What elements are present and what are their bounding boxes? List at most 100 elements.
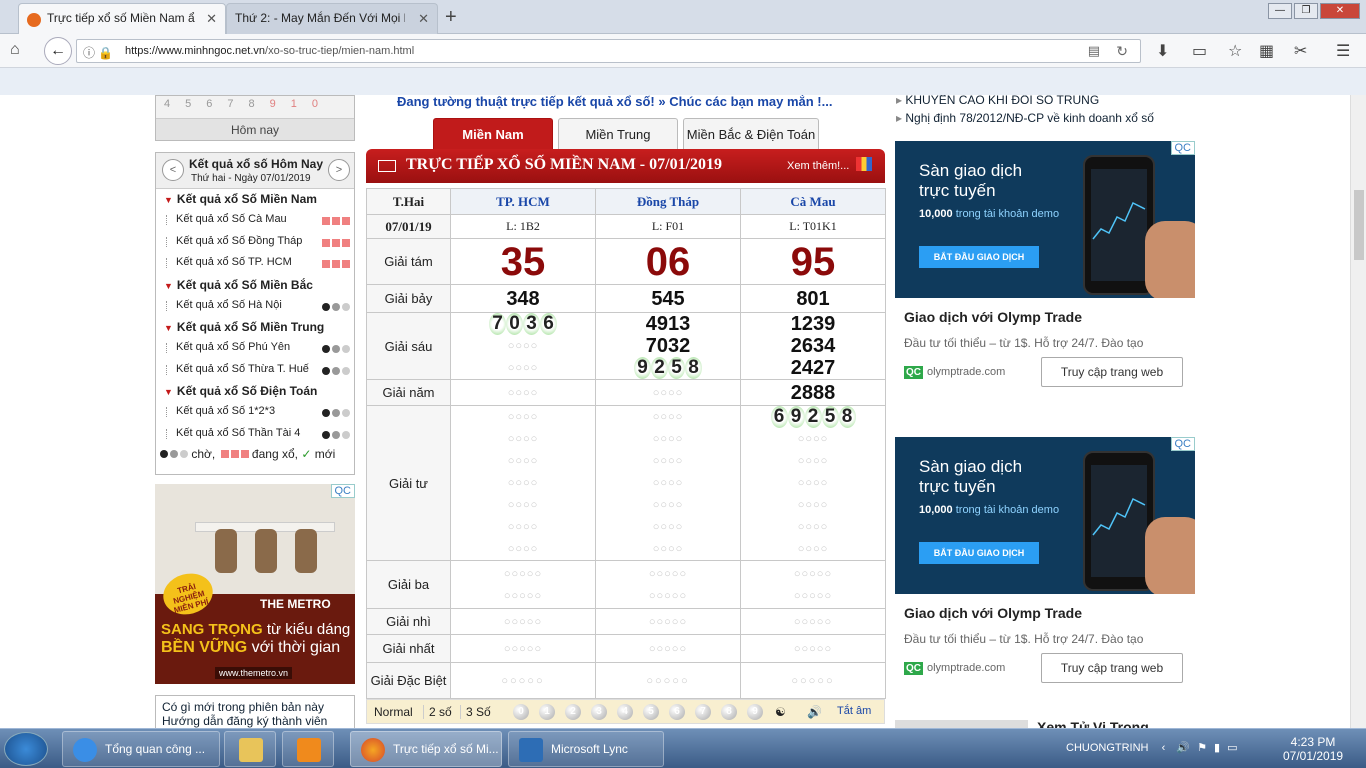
taskbar-item[interactable]: Microsoft Lync [508, 731, 664, 767]
next-day-button[interactable]: > [328, 159, 350, 181]
list-item[interactable]: Kết quả xổ Số Hà Nội [156, 296, 354, 318]
list-item[interactable]: Kết quả xổ Số 1*2*3 [156, 402, 354, 424]
news-link[interactable]: Hướng dẫn đăng ký thành viên [162, 714, 348, 728]
ad-title[interactable]: Giao dịch với Olymp Trade [904, 605, 1082, 621]
calendar-day[interactable]: 8 [249, 98, 270, 110]
digit-ball-button[interactable]: 5 [643, 704, 659, 720]
library-icon[interactable]: ▦ [1259, 41, 1274, 61]
download-icon[interactable]: ⬇ [1156, 41, 1169, 61]
visit-site-button[interactable]: Truy cập trang web [1041, 653, 1183, 683]
three-digit-option[interactable]: 3 Số [460, 705, 491, 719]
calendar-day[interactable]: 4 [164, 98, 185, 110]
list-item[interactable]: Kết quả xổ Số Đồng Tháp [156, 232, 354, 254]
reader-view-icon[interactable]: ▤ [1088, 43, 1100, 59]
network-icon[interactable]: ▮ [1214, 742, 1220, 754]
reload-icon[interactable]: ↻ [1116, 43, 1128, 60]
see-more-link[interactable]: Xem thêm!... [787, 160, 849, 172]
scrollbar-thumb[interactable] [1354, 190, 1364, 260]
screenshot-icon[interactable]: ✂ [1294, 41, 1307, 61]
olymp-ad-banner-2[interactable]: Sàn giao dịch trực tuyến 10,000 trong tài… [895, 437, 1195, 594]
group-mien-bac[interactable]: Kết quả xổ Số Miền Bắc [156, 275, 354, 296]
province-ca-mau[interactable]: Cà Mau [740, 188, 886, 215]
digit-ball-button[interactable]: 0 [513, 704, 529, 720]
speaker-icon[interactable]: 🔊 [807, 705, 822, 719]
prev-day-button[interactable]: < [162, 159, 184, 181]
restore-icon[interactable]: ❐ [1294, 3, 1318, 19]
menu-icon[interactable]: ☰ [1336, 41, 1350, 61]
list-item[interactable]: Kết quả xổ Số TP. HCM [156, 253, 354, 275]
back-button[interactable]: ← [44, 37, 72, 65]
news-link[interactable]: KHUYẾN CÁO KHI ĐỔI SỐ TRÚNG [896, 95, 1196, 111]
calendar-day[interactable]: 9 [270, 98, 291, 110]
url-bar[interactable]: ⓘ 🔒 https://www.minhngoc.net.vn/xo-so-tr… [76, 39, 1141, 63]
flag-icon[interactable]: ⚑ [1197, 742, 1207, 754]
page-scrollbar[interactable] [1350, 95, 1366, 728]
ad-title[interactable]: Giao dịch với Olymp Trade [904, 309, 1082, 325]
calendar-day[interactable]: 10 [291, 98, 333, 110]
web-page: 45678910 Hôm nay < Kết quả xổ số Hôm Nay… [0, 95, 1350, 728]
digit-ball-button[interactable]: 4 [617, 704, 633, 720]
ad-choices-badge[interactable]: QC [330, 484, 355, 498]
normal-option[interactable]: Normal [374, 705, 413, 719]
taskbar-item[interactable] [282, 731, 334, 767]
news-link[interactable]: Có gì mới trong phiên bản này [162, 700, 348, 714]
bookmark-star-icon[interactable]: ☆ [1228, 41, 1242, 61]
tab-mien-nam[interactable]: Miền Nam [433, 118, 553, 150]
teaser-title[interactable]: Xem Tử Vi Trọng [1037, 719, 1149, 728]
taskbar-item[interactable]: Tổng quan công ... [62, 731, 220, 767]
two-digit-option[interactable]: 2 số [423, 705, 452, 719]
close-tab-icon[interactable]: ✕ [418, 11, 429, 27]
calendar-day[interactable]: 6 [206, 98, 227, 110]
placeholder-number [742, 516, 885, 538]
group-dien-toan[interactable]: Kết quả xổ Số Điện Toán [156, 381, 354, 402]
new-tab-button[interactable]: + [445, 6, 457, 29]
tab-active[interactable]: Trực tiếp xổ số Miền Nam ẩ Kết ✕ [18, 3, 226, 34]
olymp-ad-banner-1[interactable]: Sàn giao dịch trực tuyến 10,000 trong tài… [895, 141, 1195, 298]
teaser-image[interactable] [895, 720, 1028, 728]
ad-choices-badge[interactable]: QC [1170, 141, 1195, 155]
yin-yang-icon[interactable]: ☯ [775, 705, 786, 719]
ad-choices-badge[interactable]: QC [1170, 437, 1195, 451]
digit-ball-button[interactable]: 1 [539, 704, 555, 720]
digit-ball-button[interactable]: 3 [591, 704, 607, 720]
start-button[interactable] [4, 732, 48, 766]
digit-ball-button[interactable]: 2 [565, 704, 581, 720]
clock[interactable]: 4:23 PM 07/01/2019 [1283, 735, 1343, 763]
group-mien-nam[interactable]: Kết quả xổ Số Miền Nam [156, 189, 354, 210]
digit-ball-button[interactable]: 6 [669, 704, 685, 720]
list-item[interactable]: Kết quả xổ Số Thừa T. Huế [156, 360, 354, 382]
visit-site-button[interactable]: Truy cập trang web [1041, 357, 1183, 387]
list-item[interactable]: Kết quả xổ Số Cà Mau [156, 210, 354, 232]
calendar-day[interactable]: 5 [185, 98, 206, 110]
close-window-icon[interactable]: ✕ [1320, 3, 1360, 19]
list-item[interactable]: Kết quả xổ Số Thần Tài 4 [156, 424, 354, 446]
volume-icon[interactable]: 🔊 [1176, 742, 1190, 754]
home-icon[interactable]: ⌂ [10, 41, 20, 59]
digit-ball-button[interactable]: 7 [695, 704, 711, 720]
ad-cta-button[interactable]: BẮT ĐẦU GIAO DỊCH [919, 246, 1039, 268]
taskbar-item[interactable]: Trực tiếp xổ số Mi... [350, 731, 502, 767]
news-link[interactable]: Nghị định 78/2012/NĐ-CP về kinh doanh xổ… [896, 111, 1196, 129]
digit-ball-button[interactable]: 8 [721, 704, 737, 720]
stats-icon[interactable] [856, 157, 872, 171]
tab-inactive[interactable]: Thứ 2: - May Mắn Đến Với Mọi Nhà ✕ [226, 3, 438, 34]
province-hcm[interactable]: TP. HCM [450, 188, 596, 215]
province-dong-thap[interactable]: Đồng Tháp [595, 188, 741, 215]
window-icon[interactable]: ▭ [1192, 41, 1207, 61]
battery-icon[interactable]: ▭ [1227, 742, 1237, 754]
tab-mien-trung[interactable]: Miền Trung [558, 118, 678, 150]
close-tab-icon[interactable]: ✕ [206, 11, 217, 27]
digit-ball-button[interactable]: 9 [747, 704, 763, 720]
mute-button[interactable]: Tắt âm [837, 705, 871, 717]
info-lock-icon[interactable]: ⓘ 🔒 [83, 44, 113, 61]
themetro-ad[interactable]: TRẢI NGHIỆM MIỄN PHÍ THE METRO SANG TRỌN… [155, 484, 355, 684]
today-button[interactable]: Hôm nay [156, 118, 354, 140]
calendar-day[interactable]: 7 [227, 98, 248, 110]
minimize-icon[interactable]: — [1268, 3, 1292, 19]
group-mien-trung[interactable]: Kết quả xổ Số Miền Trung [156, 317, 354, 338]
list-item[interactable]: Kết quả xổ Số Phú Yên [156, 338, 354, 360]
taskbar-item[interactable] [224, 731, 276, 767]
ad-cta-button[interactable]: BẮT ĐẦU GIAO DỊCH [919, 542, 1039, 564]
chevron-up-icon[interactable]: ‹ [1162, 742, 1166, 754]
tab-mien-bac-dien-toan[interactable]: Miền Bắc & Điện Toán [683, 118, 819, 150]
